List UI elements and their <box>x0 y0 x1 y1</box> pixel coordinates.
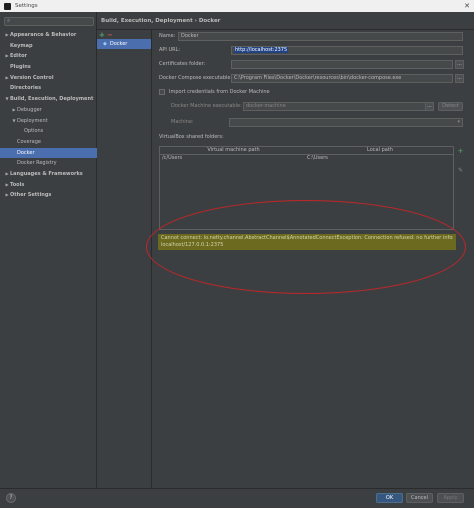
machine-exec-browse-button[interactable]: ... <box>425 102 434 111</box>
settings-content: Build, Execution, Deployment › Docker + … <box>97 12 474 492</box>
column-vm-path: Virtual machine path <box>207 147 260 153</box>
remove-server-icon[interactable]: − <box>107 31 115 39</box>
machine-exec-row: Docker Machine executable: docker-machin… <box>159 102 469 112</box>
breadcrumb: Build, Execution, Deployment › Docker <box>101 18 221 24</box>
sidebar-item-label: Editor <box>10 53 27 60</box>
api-url-value: http://localhost:2375 <box>234 47 289 53</box>
window-titlebar: Settings ✕ <box>0 0 474 12</box>
import-row: Import credentials from Docker Machine <box>159 88 469 98</box>
add-server-icon[interactable]: + <box>99 31 107 39</box>
sidebar-item-label: Plugins <box>10 64 31 71</box>
sidebar-item-label: Keymap <box>10 42 33 49</box>
sidebar-item-label: Options <box>24 128 44 135</box>
import-credentials-label: Import credentials from Docker Machine <box>169 89 270 95</box>
sidebar-item-label: Debugger <box>17 106 42 113</box>
ok-button[interactable]: OK <box>376 493 403 503</box>
compose-field[interactable]: C:\Program Files\Docker\Docker\resources… <box>231 74 453 83</box>
header-divider <box>97 29 474 30</box>
column-local-path: Local path <box>367 147 393 153</box>
sidebar-item-keymap[interactable]: Keymap <box>0 41 97 52</box>
sidebar-item-debugger[interactable]: ▶ Debugger <box>0 105 97 116</box>
dialog-footer: ? OK Cancel Apply <box>0 488 474 508</box>
machine-row: Machine: ▾ <box>159 118 469 128</box>
sidebar-item-label: Tools <box>10 181 25 188</box>
machine-select[interactable]: ▾ <box>229 118 463 127</box>
sidebar-item-tools[interactable]: ▶ Tools <box>0 180 97 191</box>
api-url-row: API URL: http://localhost:2375 <box>159 46 469 56</box>
chevron-down-icon: ▾ <box>457 119 460 125</box>
sidebar-item-label: Languages & Frameworks <box>10 170 83 177</box>
settings-tree: ▶ Appearance & Behavior Keymap ▶ Editor Plugi… <box>0 30 97 201</box>
sidebar-item-label: Other Settings <box>10 192 52 199</box>
compose-row: Docker Compose executable: C:\Program Fi… <box>159 74 469 84</box>
compose-browse-button[interactable]: ... <box>455 74 464 83</box>
machine-exec-label: Docker Machine executable: <box>171 103 242 109</box>
api-url-field[interactable]: http://localhost:2375 <box>231 46 463 55</box>
window-close-icon[interactable]: ✕ <box>460 2 474 10</box>
server-item-label: Docker <box>109 41 128 47</box>
sidebar-item-options[interactable]: Options <box>0 126 97 137</box>
cancel-button[interactable]: Cancel <box>406 493 433 503</box>
docker-server-list: + − ◆ Docker <box>97 30 152 492</box>
search-icon: ⌕ <box>7 18 11 24</box>
sidebar-item-label: Appearance & Behavior <box>10 32 77 38</box>
sidebar-item-docker-registry[interactable]: Docker Registry <box>0 158 97 169</box>
sidebar-item-label: Build, Execution, Deployment <box>10 96 94 103</box>
sidebar-item-coverage[interactable]: Coverage <box>0 137 97 148</box>
table-row[interactable]: /c/Users C:\Users <box>160 155 453 163</box>
api-url-label: API URL: <box>159 47 181 53</box>
vm-path-cell: /c/Users <box>162 155 183 161</box>
sidebar-item-deployment[interactable]: ▼ Deployment <box>0 116 97 127</box>
settings-search-input[interactable]: ⌕ <box>4 17 94 26</box>
machine-label: Machine: <box>171 119 194 125</box>
error-line-1: Cannot connect: io.netty.channel.Abstrac… <box>161 235 453 241</box>
name-label: Name: <box>159 33 176 39</box>
sidebar-item-label: Directories <box>10 85 42 92</box>
cert-browse-button[interactable]: ... <box>455 60 464 69</box>
apply-button[interactable]: Apply <box>437 493 464 503</box>
detect-button[interactable]: Detect <box>438 102 463 111</box>
add-folder-icon[interactable]: + <box>456 147 465 156</box>
sidebar-item-editor[interactable]: ▶ Editor <box>0 51 97 62</box>
server-item-docker[interactable]: ◆ Docker <box>97 39 151 49</box>
connection-error-message: Cannot connect: io.netty.channel.Abstrac… <box>158 234 456 250</box>
machine-exec-field[interactable]: docker-machine <box>243 102 433 111</box>
sidebar-item-label: Deployment <box>17 117 48 124</box>
edit-folder-icon[interactable]: ✎ <box>456 167 465 176</box>
vbox-label-row: VirtualBox shared folders: <box>159 133 469 143</box>
help-icon[interactable]: ? <box>6 493 16 503</box>
cert-folder-field[interactable] <box>231 60 453 69</box>
compose-label: Docker Compose executable: <box>159 75 233 81</box>
name-row: Name: Docker <box>159 32 469 42</box>
sidebar-item-directories[interactable]: Directories <box>0 83 97 94</box>
sidebar-item-build-execution-deployment[interactable]: ▼ Build, Execution, Deployment <box>0 94 97 105</box>
sidebar-item-label: Docker <box>17 149 35 156</box>
vbox-table-header: Virtual machine path Local path <box>160 147 453 155</box>
server-list-toolbar: + − <box>97 30 151 39</box>
vbox-shared-folders-table: Virtual machine path Local path /c/Users… <box>159 146 454 230</box>
sidebar-item-docker[interactable]: Docker <box>0 147 97 159</box>
sidebar-item-languages-frameworks[interactable]: ▶ Languages & Frameworks <box>0 169 97 180</box>
sidebar-item-label: Docker Registry <box>17 160 57 167</box>
error-line-2: localhost/127.0.0.1:2375 <box>161 242 224 248</box>
settings-sidebar: ⌕ ▶ Appearance & Behavior Keymap ▶ Editor Plu… <box>0 12 97 492</box>
name-field[interactable]: Docker <box>178 32 463 41</box>
app-icon <box>4 2 11 10</box>
sidebar-item-other-settings[interactable]: ▶ Other Settings <box>0 190 97 201</box>
cert-row: Certificates folder: ... <box>159 60 469 70</box>
import-credentials-checkbox[interactable] <box>159 89 165 95</box>
window-title: Settings <box>15 3 38 9</box>
sidebar-item-appearance-behavior[interactable]: ▶ Appearance & Behavior <box>0 30 97 41</box>
local-path-cell: C:\Users <box>307 155 328 161</box>
vbox-folders-label: VirtualBox shared folders: <box>159 134 224 140</box>
sidebar-item-label: Coverage <box>17 138 41 145</box>
sidebar-item-version-control[interactable]: ▶ Version Control <box>0 73 97 84</box>
cert-folder-label: Certificates folder: <box>159 61 206 67</box>
sidebar-item-label: Version Control <box>10 74 54 81</box>
sidebar-item-plugins[interactable]: Plugins <box>0 62 97 73</box>
docker-whale-icon: ◆ <box>103 41 107 47</box>
